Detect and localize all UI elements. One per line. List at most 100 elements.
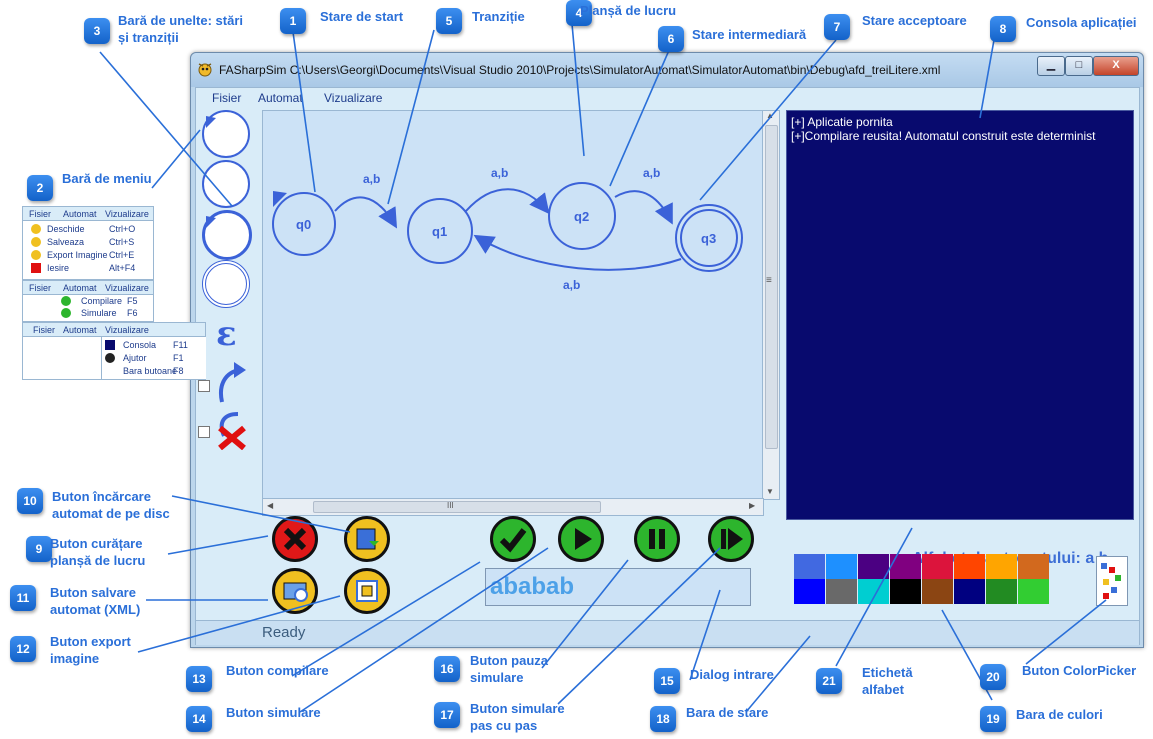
shortcut: F1: [173, 353, 184, 363]
inset-tab-automaton: Automat: [63, 209, 97, 219]
inset-tab-file: Fisier: [33, 325, 55, 335]
menu-item-simulate: Simulare: [81, 308, 117, 318]
load-automaton-button[interactable]: [344, 516, 390, 562]
shortcut: F5: [127, 296, 138, 306]
transition-arrow-icon[interactable]: [214, 360, 250, 404]
menu-item-toolbar: Bara butoane: [123, 366, 178, 376]
callout-label-save-automaton: Buton salvare automat (XML): [50, 585, 141, 617]
save-icon: [283, 582, 308, 602]
simulate-icon: [61, 308, 71, 318]
shortcut: Ctrl+O: [109, 224, 136, 234]
view-menu-preview: Fisier Automat Vizualizare Consola F11 A…: [22, 322, 206, 380]
folder-icon: [356, 528, 379, 550]
step-simulation-button[interactable]: [708, 516, 754, 562]
color-picker-button[interactable]: [1096, 556, 1128, 606]
color-swatch[interactable]: [1018, 554, 1049, 579]
export-image-button[interactable]: [344, 568, 390, 614]
color-swatch[interactable]: [826, 554, 857, 579]
play-icon: [575, 528, 592, 550]
pause-icon: [649, 529, 665, 549]
state-transition-toolbar: ε: [196, 110, 258, 512]
color-swatch[interactable]: [858, 579, 889, 604]
inset-tab-file: Fisier: [29, 209, 51, 219]
color-swatch[interactable]: [794, 579, 825, 604]
callout-badge: 6: [658, 26, 684, 52]
color-swatch[interactable]: [826, 579, 857, 604]
scroll-down-arrow-icon[interactable]: ▼: [766, 487, 774, 496]
app-icon: [198, 63, 212, 77]
shortcut: F11: [173, 340, 188, 350]
start-state-tool[interactable]: [202, 110, 250, 158]
clear-canvas-button[interactable]: [272, 516, 318, 562]
callout-label-color-picker: Buton ColorPicker: [1022, 663, 1137, 678]
workspace-canvas[interactable]: q0 q1 q2 q3 a,b a,b a,b a,b: [262, 110, 764, 500]
vertical-scrollbar[interactable]: ▲ ≡ ▼: [762, 110, 780, 500]
color-swatch[interactable]: [890, 579, 921, 604]
transition-label: a,b: [363, 172, 380, 186]
menu-item-help: Ajutor: [123, 353, 147, 363]
minimize-button[interactable]: ▁: [1037, 56, 1065, 76]
callout-badge: 21: [816, 668, 842, 694]
callout-badge: 17: [434, 702, 460, 728]
export-icon: [31, 250, 41, 260]
window-title: FASharpSim C:\Users\Georgi\Documents\Vis…: [219, 63, 941, 77]
menu-automaton[interactable]: Automat: [258, 91, 303, 105]
scroll-grip-icon: ≡: [766, 275, 772, 286]
color-swatch[interactable]: [986, 554, 1017, 579]
color-swatch[interactable]: [986, 579, 1017, 604]
color-swatch[interactable]: [954, 579, 985, 604]
menu-item-save: Salveaza: [47, 237, 85, 247]
transition-q1-q2[interactable]: [465, 188, 550, 215]
scroll-right-arrow-icon[interactable]: ▶: [749, 501, 755, 510]
simulate-button[interactable]: [558, 516, 604, 562]
menu-view[interactable]: Vizualizare: [324, 91, 382, 105]
scroll-up-arrow-icon[interactable]: ▲: [766, 111, 774, 120]
automaton-diagram: q0 q1 q2 q3 a,b a,b a,b a,b: [272, 166, 743, 292]
status-text: Ready: [262, 624, 306, 641]
shortcut: F8: [173, 366, 184, 376]
vertical-scroll-thumb[interactable]: [765, 125, 778, 449]
input-word-field[interactable]: ababab: [485, 568, 751, 606]
epsilon-icon[interactable]: ε: [216, 314, 237, 354]
callout-badge: 14: [186, 706, 212, 732]
color-swatch[interactable]: [922, 579, 953, 604]
color-swatch[interactable]: [954, 554, 985, 579]
color-swatch[interactable]: [922, 554, 953, 579]
color-swatch[interactable]: [1018, 579, 1049, 604]
callout-badge: 3: [84, 18, 110, 44]
automaton-menu-preview: Fisier Automat Vizualizare Compilare F5 …: [22, 280, 154, 322]
close-button[interactable]: X: [1093, 56, 1139, 76]
start-accept-state-tool[interactable]: [202, 260, 250, 308]
pause-simulation-button[interactable]: [634, 516, 680, 562]
intermediate-state-tool[interactable]: [202, 160, 250, 208]
color-swatch[interactable]: [794, 554, 825, 579]
color-swatch[interactable]: [890, 554, 921, 579]
horizontal-scroll-thumb[interactable]: [313, 501, 601, 513]
checkbox[interactable]: [198, 380, 210, 392]
accept-state-tool[interactable]: [202, 210, 252, 260]
scroll-left-arrow-icon[interactable]: ◀: [267, 501, 273, 510]
callout-label-transition: Tranziție: [472, 9, 525, 24]
compile-button[interactable]: [490, 516, 536, 562]
transition-q0-q1[interactable]: [334, 196, 398, 229]
callout-badge: 5: [436, 8, 462, 34]
callout-label-load-automaton: Buton încărcare automat de pe disc: [52, 489, 170, 521]
delete-icon[interactable]: [214, 406, 250, 450]
color-swatch[interactable]: [858, 554, 889, 579]
callout-label-toolbar: Bară de unelte: stări și tranziții: [118, 13, 243, 45]
callout-label-export-image: Buton export imagine: [50, 634, 131, 666]
menu-item-exit: Iesire: [47, 263, 70, 273]
save-automaton-button[interactable]: [272, 568, 318, 614]
inset-tab-view: Vizualizare: [105, 325, 149, 335]
horizontal-scrollbar[interactable]: ◀ III ▶: [262, 498, 764, 516]
callout-label-input-dialog: Dialog intrare: [690, 667, 774, 682]
maximize-button[interactable]: □: [1065, 56, 1093, 76]
client-area: Fisier Automat Vizualizare ε q0 q1 q2 q3…: [195, 87, 1140, 645]
shortcut: Ctrl+E: [109, 250, 135, 260]
exit-icon: [31, 263, 41, 273]
transition-q2-q3[interactable]: [614, 190, 673, 225]
callout-badge: 19: [980, 706, 1006, 732]
checkbox[interactable]: [198, 426, 210, 438]
menu-file[interactable]: Fisier: [212, 91, 241, 105]
callout-badge: 20: [980, 664, 1006, 690]
